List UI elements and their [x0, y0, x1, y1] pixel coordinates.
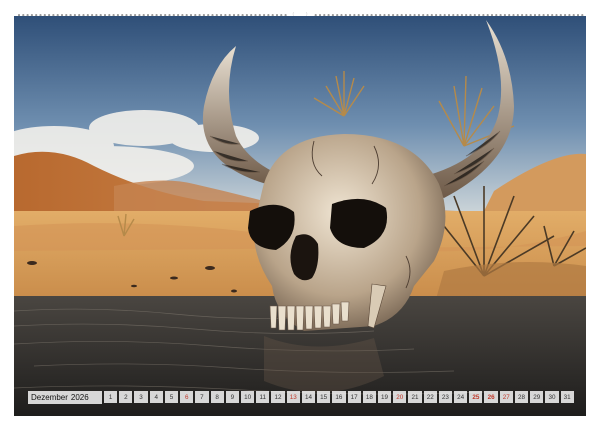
- calendar-page: Dezember 2026 1 2 3 4 5 6 7 8 9 10 11 12 13 14 15 16 17 1…: [0, 0, 600, 432]
- day-cell: 20: [393, 391, 407, 403]
- day-cell: 23: [438, 391, 453, 403]
- day-cell: 9: [225, 391, 239, 403]
- month-name: Dezember: [31, 392, 68, 402]
- day-cell: 13: [286, 391, 300, 403]
- day-cell: 17: [347, 391, 361, 403]
- day-cell: 26: [484, 391, 498, 403]
- day-cell: 1: [104, 391, 118, 403]
- day-cell: 3: [134, 391, 148, 403]
- day-cell: 11: [256, 391, 270, 403]
- day-cell: 22: [423, 391, 437, 403]
- day-cell: 30: [545, 391, 559, 403]
- day-cell: 29: [530, 391, 544, 403]
- day-cell: 18: [362, 391, 376, 403]
- day-cell: 19: [377, 391, 392, 403]
- day-cell: 4: [149, 391, 163, 403]
- day-cell: 7: [195, 391, 209, 403]
- day-cell: 24: [454, 391, 468, 403]
- calendar-strip: Dezember 2026 1 2 3 4 5 6 7 8 9 10 11 12 13 14 15 16 17 1…: [28, 390, 574, 404]
- day-cell: 31: [560, 391, 574, 403]
- day-cell: 12: [271, 391, 285, 403]
- day-cell: 2: [119, 391, 133, 403]
- nasal-cavity: [290, 234, 319, 281]
- day-cell: 27: [499, 391, 513, 403]
- month-label: Dezember 2026: [28, 390, 102, 404]
- day-cell: 8: [210, 391, 224, 403]
- day-cell: 25: [469, 391, 483, 403]
- day-cell: 21: [408, 391, 422, 403]
- day-cell: 6: [180, 391, 194, 403]
- day-cell: 15: [317, 391, 331, 403]
- day-cell: 16: [332, 391, 346, 403]
- day-cell: 28: [514, 391, 529, 403]
- day-cell: 10: [240, 391, 255, 403]
- day-cell: 5: [164, 391, 179, 403]
- year: 2026: [70, 392, 89, 402]
- calendar-photo: [14, 16, 586, 416]
- day-cell: 14: [301, 391, 316, 403]
